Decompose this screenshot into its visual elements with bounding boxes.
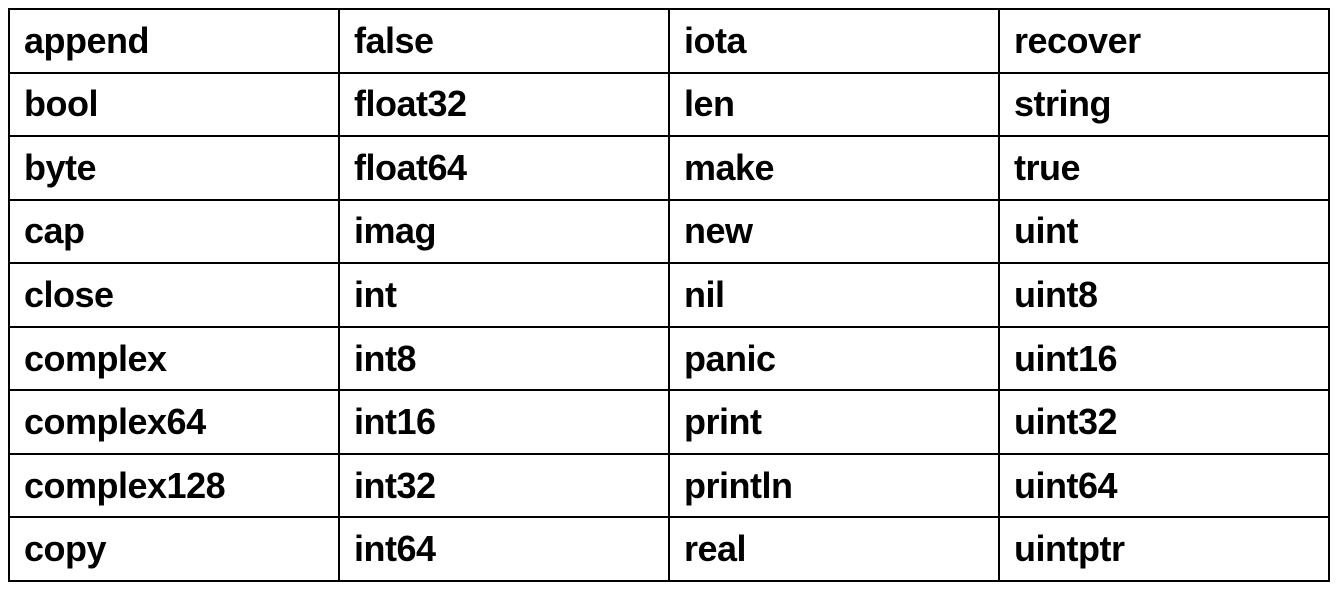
table-cell: int32 bbox=[339, 454, 669, 518]
table-cell: close bbox=[9, 263, 339, 327]
identifiers-table: append false iota recover bool float32 l… bbox=[8, 8, 1330, 582]
table-cell: len bbox=[669, 73, 999, 137]
table-cell: int16 bbox=[339, 390, 669, 454]
table-cell: bool bbox=[9, 73, 339, 137]
table-cell: make bbox=[669, 136, 999, 200]
table-cell: uint16 bbox=[999, 327, 1329, 391]
table-cell: cap bbox=[9, 200, 339, 264]
table-cell: complex128 bbox=[9, 454, 339, 518]
table-body: append false iota recover bool float32 l… bbox=[9, 9, 1329, 581]
table-cell: complex bbox=[9, 327, 339, 391]
table-cell: new bbox=[669, 200, 999, 264]
table-cell: uint bbox=[999, 200, 1329, 264]
table-cell: copy bbox=[9, 517, 339, 581]
table-row: byte float64 make true bbox=[9, 136, 1329, 200]
table-cell: string bbox=[999, 73, 1329, 137]
table-cell: false bbox=[339, 9, 669, 73]
table-cell: complex64 bbox=[9, 390, 339, 454]
table-cell: uint32 bbox=[999, 390, 1329, 454]
table-row: complex64 int16 print uint32 bbox=[9, 390, 1329, 454]
table-row: bool float32 len string bbox=[9, 73, 1329, 137]
table-cell: int bbox=[339, 263, 669, 327]
table-row: cap imag new uint bbox=[9, 200, 1329, 264]
table-cell: real bbox=[669, 517, 999, 581]
table-row: complex128 int32 println uint64 bbox=[9, 454, 1329, 518]
table-cell: uint8 bbox=[999, 263, 1329, 327]
table-cell: float32 bbox=[339, 73, 669, 137]
table-cell: nil bbox=[669, 263, 999, 327]
table-cell: true bbox=[999, 136, 1329, 200]
table-cell: append bbox=[9, 9, 339, 73]
table-cell: float64 bbox=[339, 136, 669, 200]
table-row: close int nil uint8 bbox=[9, 263, 1329, 327]
table-cell: byte bbox=[9, 136, 339, 200]
table-cell: println bbox=[669, 454, 999, 518]
table-cell: recover bbox=[999, 9, 1329, 73]
table-cell: int8 bbox=[339, 327, 669, 391]
table-cell: int64 bbox=[339, 517, 669, 581]
table-cell: uintptr bbox=[999, 517, 1329, 581]
table-cell: uint64 bbox=[999, 454, 1329, 518]
table-row: complex int8 panic uint16 bbox=[9, 327, 1329, 391]
table-cell: imag bbox=[339, 200, 669, 264]
table-row: append false iota recover bbox=[9, 9, 1329, 73]
table-cell: panic bbox=[669, 327, 999, 391]
table-cell: print bbox=[669, 390, 999, 454]
table-row: copy int64 real uintptr bbox=[9, 517, 1329, 581]
table-cell: iota bbox=[669, 9, 999, 73]
